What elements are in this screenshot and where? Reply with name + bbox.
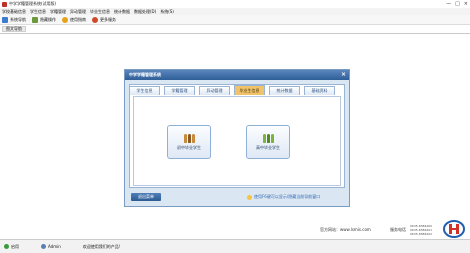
close-window-button[interactable]: ×: [464, 1, 468, 7]
user-guide-button[interactable]: 使用指南: [62, 16, 86, 23]
graduates-icon: [262, 133, 274, 143]
senior-graduates-label: 高中毕业学生: [256, 144, 280, 150]
menu-item-school[interactable]: 学校基础信息: [2, 9, 26, 15]
junior-graduates-button[interactable]: 初中毕业学生: [167, 125, 211, 159]
title-bar: 中学学籍管理系统(试用版) — □ ×: [0, 0, 470, 8]
dialog-titlebar: 中学学籍管理系统 ×: [125, 70, 349, 80]
junior-graduates-label: 初中毕业学生: [177, 144, 201, 150]
phone-number: 0635-8386202: [410, 232, 433, 236]
menu-item-students[interactable]: 学生信息: [30, 9, 46, 15]
menu-item-data[interactable]: 数据处理(D): [134, 9, 156, 15]
navigation-dialog: 中学学籍管理系统 × 学生信息 学籍管理 异动管理 毕业生信息 统计数据 基础资…: [124, 69, 350, 207]
menu-item-graduates[interactable]: 毕业生信息: [90, 9, 110, 15]
window-controls: — □ ×: [446, 1, 468, 7]
phone-numbers: 0635-8386200 0635-8386201 0635-8386202: [410, 224, 432, 236]
minimize-button[interactable]: —: [446, 1, 451, 7]
hotkey-tip: 使用F6键可以显示/隐藏当前导航窗口: [247, 194, 320, 200]
navigation-button[interactable]: 系统导航: [2, 16, 26, 23]
phone-label: 服务电话: [390, 227, 406, 232]
dialog-tabs: 学生信息 学籍管理 异动管理 毕业生信息 统计数据 基础资料: [129, 85, 335, 95]
service-icon: [92, 16, 98, 23]
tab-basic-data[interactable]: 基础资料: [304, 86, 335, 95]
website-text: 官方网站：www.lsmis.com: [320, 227, 371, 232]
menu-item-system[interactable]: 系统(S): [160, 9, 174, 15]
tab-statistics[interactable]: 统计数据: [269, 86, 300, 95]
lightbulb-icon: [247, 194, 252, 200]
more-services-button[interactable]: 更多服务: [92, 16, 116, 23]
hide-operations-button[interactable]: 隐藏操作: [32, 16, 56, 23]
status-enabled-text: 启用: [11, 243, 19, 249]
menu-item-statistics[interactable]: 统计数据: [114, 9, 130, 15]
menu-item-changes[interactable]: 异动管理: [70, 9, 86, 15]
maximize-button[interactable]: □: [455, 1, 460, 7]
toolbar: 系统导航 隐藏操作 使用指南 更多服务: [0, 15, 470, 25]
company-logo: [443, 220, 465, 238]
dialog-footer: 退出菜单 使用F6键可以显示/隐藏当前导航窗口: [129, 191, 345, 203]
more-services-label: 更多服务: [100, 16, 116, 22]
status-message-text: 欢迎使用我们的产品!: [82, 243, 121, 249]
app-icon: [2, 1, 7, 7]
status-bar: 启用 Admin 欢迎使用我们的产品!: [0, 239, 470, 253]
hide-operations-label: 隐藏操作: [40, 16, 56, 22]
navigation-label: 系统导航: [10, 16, 26, 22]
hide-icon: [32, 16, 38, 23]
status-message: 欢迎使用我们的产品!: [83, 244, 121, 250]
status-icon: [4, 244, 9, 249]
status-user-text: Admin: [48, 244, 61, 249]
menu-bar: 学校基础信息 学生信息 学籍管理 异动管理 毕业生信息 统计数据 数据处理(D)…: [0, 8, 470, 15]
tab-enrollment[interactable]: 学籍管理: [164, 86, 195, 95]
user-icon: [41, 244, 46, 249]
tab-students[interactable]: 学生信息: [129, 86, 160, 95]
user-guide-label: 使用指南: [70, 16, 86, 22]
menu-item-enrollment[interactable]: 学籍管理: [50, 9, 66, 15]
graduates-icon: [183, 133, 195, 143]
hotkey-tip-text: 使用F6键可以显示/隐藏当前导航窗口: [254, 194, 321, 199]
status-enabled: 启用: [4, 244, 19, 250]
window-title: 中学学籍管理系统(试用版): [9, 1, 57, 6]
tab-panel: 初中毕业学生 高中毕业学生: [133, 96, 341, 186]
help-icon: [62, 16, 68, 23]
dialog-title: 中学学籍管理系统: [129, 72, 161, 77]
tab-changes[interactable]: 异动管理: [199, 86, 230, 95]
tab-graduates[interactable]: 毕业生信息: [234, 85, 265, 95]
status-user: Admin: [41, 244, 61, 249]
tab-graphic-navigation[interactable]: 图文导航: [2, 26, 26, 32]
senior-graduates-button[interactable]: 高中毕业学生: [246, 125, 290, 159]
close-icon[interactable]: ×: [341, 71, 346, 78]
navigation-icon: [2, 16, 8, 23]
exit-menu-button[interactable]: 退出菜单: [131, 193, 161, 201]
